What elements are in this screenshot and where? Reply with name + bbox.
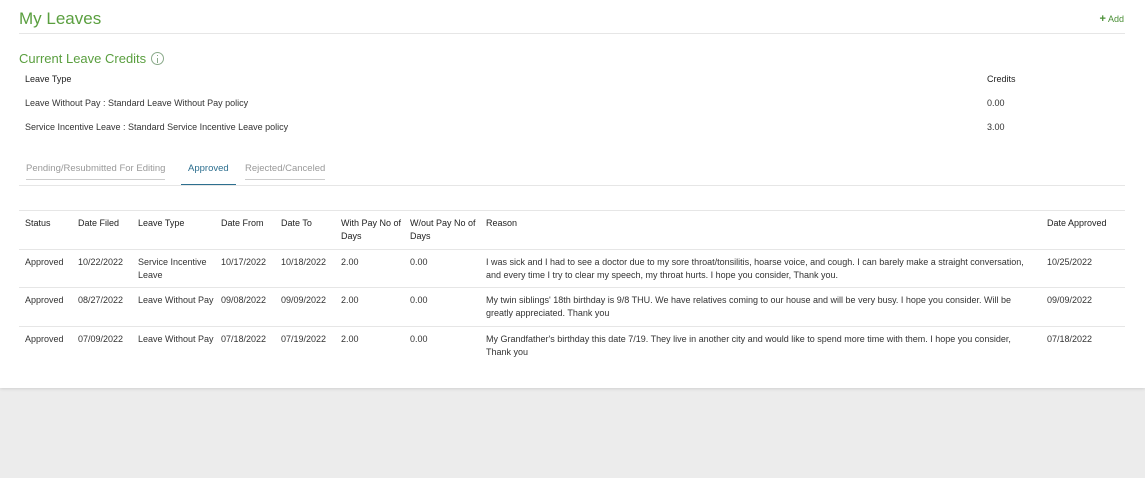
column-header-date-filed[interactable]: Date Filed [78, 217, 136, 230]
cell-date-from: 10/17/2022 [221, 257, 267, 267]
leave-status-tabs: Pending/Resubmitted For Editing Approved… [19, 160, 1125, 186]
cell-reason: My twin siblings' 18th birthday is 9/8 T… [486, 295, 1011, 318]
tab-label: Approved [188, 163, 229, 174]
table-header-row: Status Date Filed Leave Type Date From D… [19, 211, 1125, 250]
cell-status: Approved [25, 295, 64, 305]
column-header-date-approved[interactable]: Date Approved [1047, 217, 1117, 230]
cell-date-filed: 10/22/2022 [78, 257, 124, 267]
column-header-leave-type[interactable]: Leave Type [138, 217, 218, 230]
add-leave-button[interactable]: + Add [1099, 12, 1124, 25]
tab-pending[interactable]: Pending/Resubmitted For Editing [19, 160, 172, 185]
cell-without-pay: 0.00 [410, 257, 428, 267]
column-header-credits: Credits [987, 74, 1016, 84]
cell-date-filed: 08/27/2022 [78, 295, 124, 305]
column-header-date-from[interactable]: Date From [221, 217, 281, 230]
column-header-with-pay[interactable]: With Pay No of Days [341, 217, 409, 243]
plus-icon: + [1099, 12, 1106, 25]
table-row[interactable]: Approved 10/22/2022 Service Incentive Le… [19, 250, 1125, 288]
cell-date-from: 09/08/2022 [221, 295, 267, 305]
column-header-without-pay[interactable]: W/out Pay No of Days [410, 217, 484, 243]
cell-without-pay: 0.00 [410, 295, 428, 305]
tab-underline [26, 179, 166, 180]
tab-label: Rejected/Canceled [245, 163, 326, 174]
credits-row: Leave Without Pay : Standard Leave Witho… [25, 98, 1125, 122]
cell-leave-type: Leave Without Pay [138, 334, 214, 344]
cell-date-approved: 09/09/2022 [1047, 295, 1093, 305]
cell-date-approved: 10/25/2022 [1047, 257, 1093, 267]
tab-label: Pending/Resubmitted For Editing [26, 163, 166, 174]
tab-underline [181, 184, 236, 185]
cell-reason: My Grandfather's birthday this date 7/19… [486, 334, 1011, 357]
leaves-card: My Leaves + Add Current Leave Credits Le… [0, 0, 1145, 388]
cell-date-filed: 07/09/2022 [78, 334, 124, 344]
credits-header-row: Leave Type Credits [25, 74, 1125, 98]
tab-underline [245, 179, 326, 180]
credit-value: 3.00 [987, 122, 1005, 132]
credit-value: 0.00 [987, 98, 1005, 108]
cell-date-approved: 07/18/2022 [1047, 334, 1093, 344]
cell-date-from: 07/18/2022 [221, 334, 267, 344]
cell-leave-type: Leave Without Pay [138, 295, 214, 305]
cell-with-pay: 2.00 [341, 257, 359, 267]
table-row[interactable]: Approved 08/27/2022 Leave Without Pay 09… [19, 288, 1125, 327]
credit-leave-type: Leave Without Pay : Standard Leave Witho… [25, 98, 249, 108]
table-row[interactable]: Approved 07/09/2022 Leave Without Pay 07… [19, 327, 1125, 367]
cell-date-to: 09/09/2022 [281, 295, 327, 305]
cell-with-pay: 2.00 [341, 295, 359, 305]
leave-credits-title: Current Leave Credits [19, 51, 165, 66]
cell-status: Approved [25, 334, 64, 344]
cell-with-pay: 2.00 [341, 334, 359, 344]
cell-date-to: 10/18/2022 [281, 257, 327, 267]
leave-credits-table: Leave Type Credits Leave Without Pay : S… [25, 74, 1125, 146]
tab-rejected[interactable]: Rejected/Canceled [238, 160, 332, 185]
add-label: Add [1107, 14, 1124, 24]
column-header-leave-type: Leave Type [25, 74, 72, 84]
cell-without-pay: 0.00 [410, 334, 428, 344]
cell-date-to: 07/19/2022 [281, 334, 327, 344]
cell-status: Approved [25, 257, 64, 267]
page-title: My Leaves [19, 9, 102, 28]
cell-leave-type: Service Incentive Leave [138, 257, 207, 280]
leaves-table: Status Date Filed Leave Type Date From D… [19, 210, 1125, 367]
column-header-reason[interactable]: Reason [486, 217, 1038, 230]
tab-approved[interactable]: Approved [181, 160, 236, 185]
column-header-date-to[interactable]: Date To [281, 217, 341, 230]
credit-leave-type: Service Incentive Leave : Standard Servi… [25, 122, 289, 132]
column-header-status[interactable]: Status [25, 217, 77, 230]
info-icon[interactable] [151, 52, 165, 65]
cell-reason: I was sick and I had to see a doctor due… [486, 257, 1024, 280]
credits-row: Service Incentive Leave : Standard Servi… [25, 122, 1125, 146]
section-title-text: Current Leave Credits [19, 51, 147, 66]
title-divider [19, 33, 1125, 34]
